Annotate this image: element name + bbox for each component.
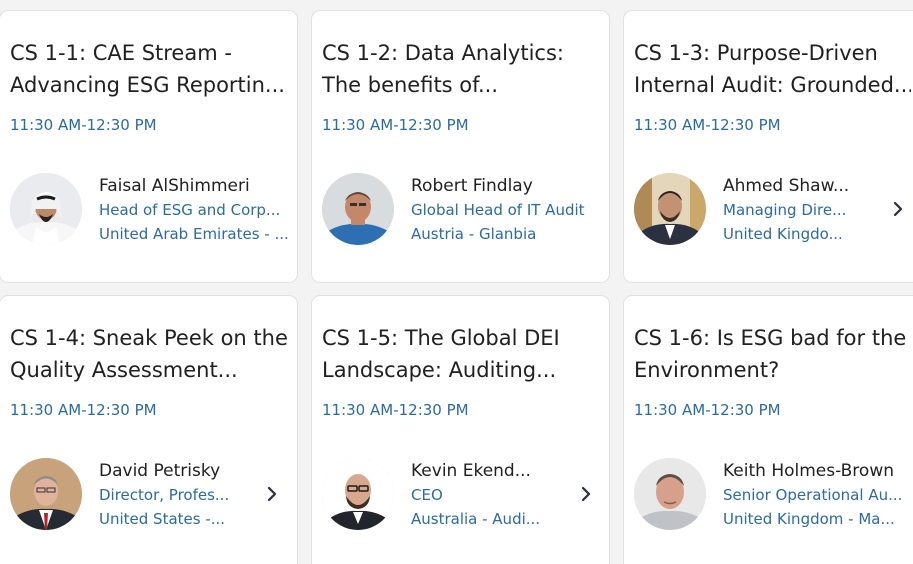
- speaker-location: Australia - Audi...: [411, 510, 541, 528]
- session-grid: CS 1-1: CAE Stream - Advancing ESG Repor…: [0, 0, 913, 564]
- speaker-avatar: [634, 173, 706, 245]
- speaker-location: United Kingdo...: [723, 225, 843, 243]
- session-card[interactable]: CS 1-3: Purpose-Driven Internal Audit: G…: [623, 10, 913, 283]
- session-time: 11:30 AM-12:30 PM: [322, 116, 469, 134]
- session-title-line: The benefits of...: [322, 73, 499, 97]
- speaker-avatar: [634, 458, 706, 530]
- speaker-role: Senior Operational Au...: [723, 486, 903, 504]
- speaker-photo: [322, 173, 394, 245]
- speaker-location: United States -...: [99, 510, 226, 528]
- session-time: 11:30 AM-12:30 PM: [322, 401, 469, 419]
- session-title-line: CS 1-5: The Global DEI: [322, 326, 560, 350]
- speaker-avatar: [322, 458, 394, 530]
- speaker-photo: [322, 458, 394, 530]
- session-title-line: CS 1-1: CAE Stream -: [10, 41, 232, 65]
- session-title-line: CS 1-4: Sneak Peek on the: [10, 326, 287, 350]
- session-title-line: Internal Audit: Grounded...: [634, 73, 911, 97]
- session-title-line: CS 1-3: Purpose-Driven: [634, 41, 878, 65]
- speaker-location: Austria - Glanbia: [411, 225, 537, 243]
- session-title-line: Advancing ESG Reportin...: [10, 73, 285, 97]
- session-time: 11:30 AM-12:30 PM: [10, 116, 157, 134]
- speaker-info: Kevin Ekend... CEO Australia - Audi...: [411, 460, 601, 531]
- speaker-avatar: [10, 173, 82, 245]
- speaker-photo: [10, 458, 82, 530]
- speaker-name: Kevin Ekend...: [411, 461, 531, 481]
- speaker-info: Robert Findlay Global Head of IT Audit A…: [411, 175, 601, 246]
- speaker-role: Global Head of IT Audit: [411, 201, 585, 219]
- session-title: CS 1-4: Sneak Peek on the Quality Assess…: [10, 322, 287, 386]
- chevron-right-icon[interactable]: [263, 485, 281, 503]
- session-title-line: Quality Assessment...: [10, 358, 238, 382]
- speaker-photo: [634, 458, 706, 530]
- speaker-photo: [10, 173, 82, 245]
- speaker-role: CEO: [411, 486, 443, 504]
- speaker-name: Keith Holmes-Brown: [723, 461, 894, 481]
- speaker-info: David Petrisky Director, Profes... Unite…: [99, 460, 289, 531]
- session-card[interactable]: CS 1-6: Is ESG bad for the Environment? …: [623, 295, 913, 564]
- speaker-name: David Petrisky: [99, 461, 221, 481]
- speaker-role: Director, Profes...: [99, 486, 230, 504]
- speaker-name: Ahmed Shaw...: [723, 176, 850, 196]
- session-card[interactable]: CS 1-1: CAE Stream - Advancing ESG Repor…: [0, 10, 298, 283]
- session-title: CS 1-1: CAE Stream - Advancing ESG Repor…: [10, 37, 287, 101]
- session-title: CS 1-2: Data Analytics: The benefits of.…: [322, 37, 599, 101]
- speaker-name: Robert Findlay: [411, 176, 533, 196]
- session-title-line: CS 1-2: Data Analytics:: [322, 41, 564, 65]
- session-time: 11:30 AM-12:30 PM: [634, 401, 781, 419]
- speaker-name: Faisal AlShimmeri: [99, 176, 250, 196]
- speaker-avatar: [322, 173, 394, 245]
- session-time: 11:30 AM-12:30 PM: [10, 401, 157, 419]
- speaker-photo: [634, 173, 706, 245]
- session-card[interactable]: CS 1-2: Data Analytics: The benefits of.…: [311, 10, 610, 283]
- speaker-role: Managing Dire...: [723, 201, 847, 219]
- speaker-info: Ahmed Shaw... Managing Dire... United Ki…: [723, 175, 913, 246]
- chevron-right-icon[interactable]: [889, 200, 907, 218]
- speaker-role: Head of ESG and Corp...: [99, 201, 281, 219]
- session-card[interactable]: CS 1-4: Sneak Peek on the Quality Assess…: [0, 295, 298, 564]
- session-title-line: Environment?: [634, 358, 780, 382]
- speaker-info: Keith Holmes-Brown Senior Operational Au…: [723, 460, 913, 531]
- session-title: CS 1-6: Is ESG bad for the Environment?: [634, 322, 911, 386]
- session-time: 11:30 AM-12:30 PM: [634, 116, 781, 134]
- speaker-location: United Arab Emirates - ...: [99, 225, 289, 243]
- session-title-line: Landscape: Auditing...: [322, 358, 557, 382]
- session-title: CS 1-5: The Global DEI Landscape: Auditi…: [322, 322, 599, 386]
- session-card[interactable]: CS 1-5: The Global DEI Landscape: Auditi…: [311, 295, 610, 564]
- speaker-avatar: [10, 458, 82, 530]
- session-title-line: CS 1-6: Is ESG bad for the: [634, 326, 907, 350]
- speaker-location: United Kingdom - Ma...: [723, 510, 895, 528]
- chevron-right-icon[interactable]: [577, 485, 595, 503]
- speaker-info: Faisal AlShimmeri Head of ESG and Corp..…: [99, 175, 289, 246]
- session-title: CS 1-3: Purpose-Driven Internal Audit: G…: [634, 37, 911, 101]
